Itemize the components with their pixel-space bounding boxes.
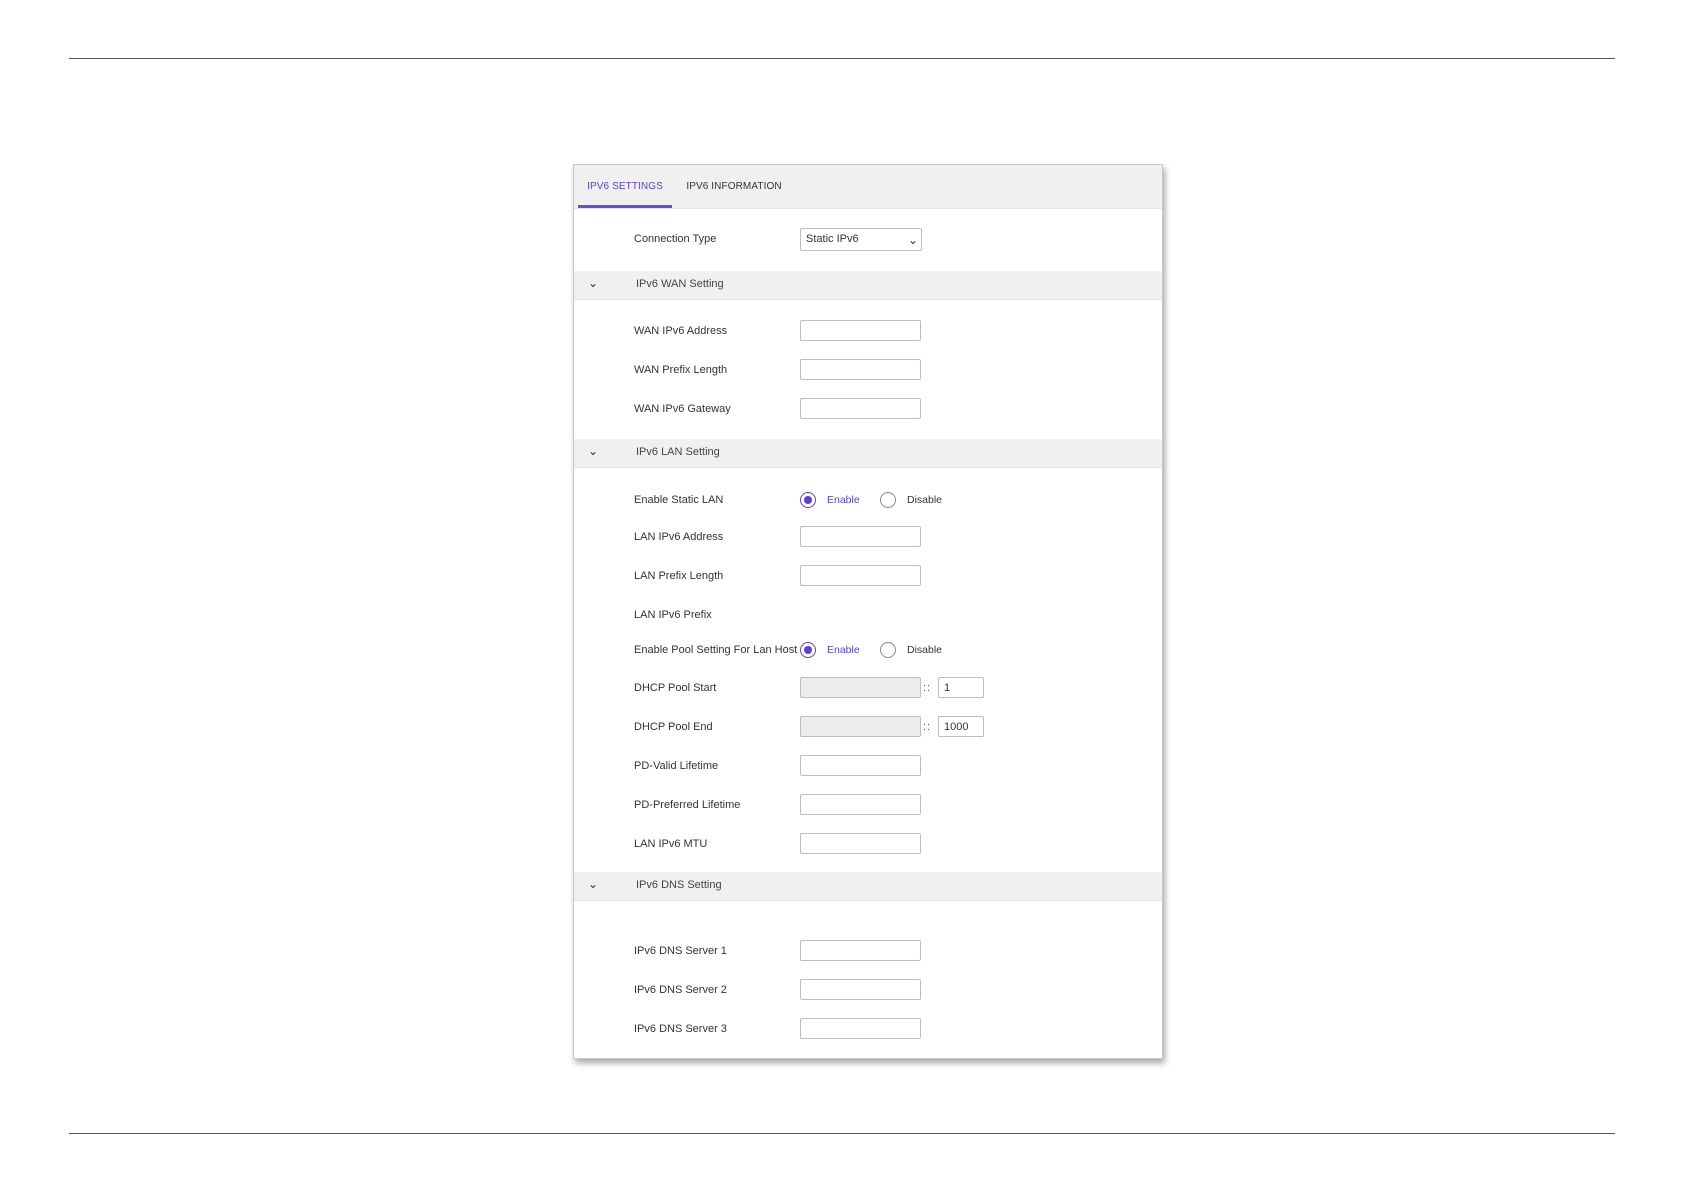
pool-end-separator: :: (923, 721, 932, 733)
wan-ipv6-address-input[interactable] (800, 320, 921, 341)
section-title: IPv6 WAN Setting (636, 278, 724, 290)
lan-ipv6-address-input[interactable] (800, 526, 921, 547)
pool-setting-enable-radio[interactable] (800, 642, 816, 658)
lan-ipv6-mtu-label: LAN IPv6 MTU (634, 838, 708, 850)
chevron-down-icon: ⌄ (588, 877, 599, 891)
pool-setting-enable-label: Enable (827, 644, 860, 656)
chevron-down-icon: ⌄ (588, 276, 599, 290)
tab-ipv6-information[interactable]: IPV6 INFORMATION (684, 165, 784, 208)
pool-setting-disable-radio[interactable] (880, 642, 896, 658)
enable-pool-setting-label: Enable Pool Setting For Lan Host (634, 644, 798, 656)
ipv6-dns-server-1-label: IPv6 DNS Server 1 (634, 945, 727, 957)
dhcp-pool-start-prefix-field (800, 677, 921, 698)
ipv6-dns-server-2-label: IPv6 DNS Server 2 (634, 984, 727, 996)
pool-start-separator: :: (923, 682, 932, 694)
bottom-rule (69, 1133, 1615, 1134)
tab-bar: IPV6 SETTINGS IPV6 INFORMATION (574, 165, 1162, 209)
static-lan-enable-label: Enable (827, 494, 860, 506)
section-title: IPv6 LAN Setting (636, 446, 720, 458)
wan-ipv6-address-label: WAN IPv6 Address (634, 325, 728, 337)
ipv6-dns-server-3-label: IPv6 DNS Server 3 (634, 1023, 727, 1035)
static-lan-disable-radio[interactable] (880, 492, 896, 508)
connection-type-value: Static IPv6 (806, 233, 859, 245)
chevron-down-icon: ⌄ (907, 233, 918, 247)
lan-ipv6-mtu-input[interactable] (800, 833, 921, 854)
lan-prefix-length-input[interactable] (800, 565, 921, 586)
connection-type-select[interactable]: Static IPv6 ⌄ (800, 228, 922, 251)
ipv6-settings-panel: IPV6 SETTINGS IPV6 INFORMATION Connectio… (573, 164, 1163, 1059)
lan-ipv6-prefix-label: LAN IPv6 Prefix (634, 609, 712, 621)
top-rule (69, 58, 1615, 59)
pd-valid-lifetime-input[interactable] (800, 755, 921, 776)
wan-ipv6-gateway-input[interactable] (800, 398, 921, 419)
enable-static-lan-label: Enable Static LAN (634, 494, 724, 506)
ipv6-dns-server-1-input[interactable] (800, 940, 921, 961)
lan-prefix-length-label: LAN Prefix Length (634, 570, 724, 582)
section-ipv6-dns-setting[interactable]: ⌄ IPv6 DNS Setting (574, 872, 1162, 901)
connection-type-label: Connection Type (634, 233, 717, 245)
dhcp-pool-end-prefix-field (800, 716, 921, 737)
section-ipv6-wan-setting[interactable]: ⌄ IPv6 WAN Setting (574, 271, 1162, 300)
static-lan-disable-label: Disable (907, 494, 943, 506)
wan-prefix-length-input[interactable] (800, 359, 921, 380)
dhcp-pool-start-input[interactable] (938, 677, 984, 698)
wan-prefix-length-label: WAN Prefix Length (634, 364, 728, 376)
dhcp-pool-end-label: DHCP Pool End (634, 721, 713, 733)
tab-ipv6-settings[interactable]: IPV6 SETTINGS (578, 165, 672, 208)
chevron-down-icon: ⌄ (588, 444, 599, 458)
ipv6-dns-server-3-input[interactable] (800, 1018, 921, 1039)
section-title: IPv6 DNS Setting (636, 879, 722, 891)
static-lan-enable-radio[interactable] (800, 492, 816, 508)
dhcp-pool-end-input[interactable] (938, 716, 984, 737)
dhcp-pool-start-label: DHCP Pool Start (634, 682, 717, 694)
pool-setting-disable-label: Disable (907, 644, 943, 656)
ipv6-dns-server-2-input[interactable] (800, 979, 921, 1000)
wan-ipv6-gateway-label: WAN IPv6 Gateway (634, 403, 731, 415)
pd-valid-lifetime-label: PD-Valid Lifetime (634, 760, 719, 772)
pd-preferred-lifetime-input[interactable] (800, 794, 921, 815)
section-ipv6-lan-setting[interactable]: ⌄ IPv6 LAN Setting (574, 439, 1162, 468)
lan-ipv6-address-label: LAN IPv6 Address (634, 531, 724, 543)
pd-preferred-lifetime-label: PD-Preferred Lifetime (634, 799, 741, 811)
